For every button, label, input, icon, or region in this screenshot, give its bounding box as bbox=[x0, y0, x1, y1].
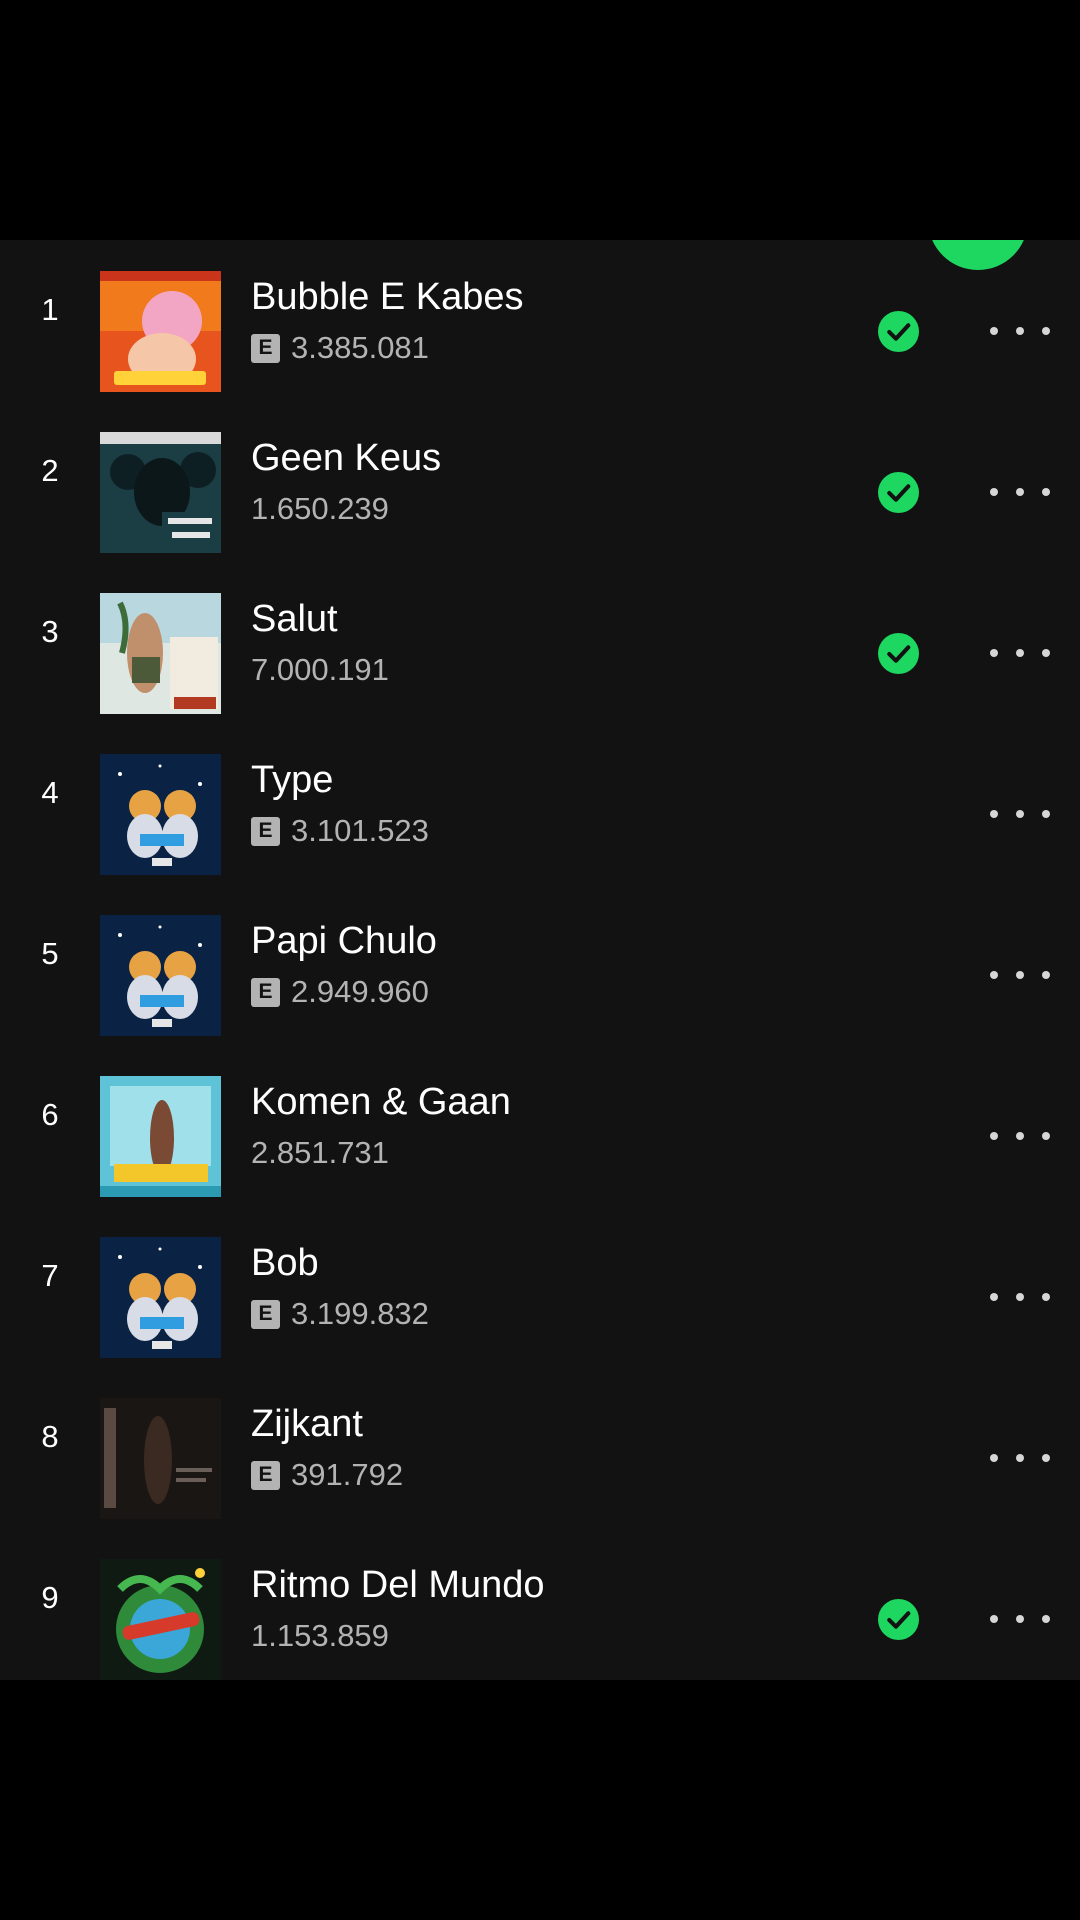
more-options-icon[interactable] bbox=[990, 477, 1050, 507]
track-rank: 5 bbox=[41, 936, 59, 971]
track-rank: 6 bbox=[41, 1097, 59, 1132]
play-count: 3.101.523 bbox=[291, 813, 429, 848]
more-options-icon[interactable] bbox=[990, 1282, 1050, 1312]
play-count: 1.650.239 bbox=[251, 491, 389, 526]
play-count: 2.949.960 bbox=[291, 974, 429, 1009]
track-title: Bob bbox=[251, 1242, 319, 1284]
bottom-letterbox bbox=[0, 1680, 1080, 1920]
track-title: Salut bbox=[251, 598, 338, 640]
more-options-icon[interactable] bbox=[990, 638, 1050, 668]
track-title: Papi Chulo bbox=[251, 920, 437, 962]
album-cover bbox=[100, 915, 221, 1036]
play-count: 3.385.081 bbox=[291, 330, 429, 365]
track-meta: 1.650.239 bbox=[251, 491, 389, 527]
track-row[interactable]: 7 Bob E 3.199.832 bbox=[0, 1206, 1080, 1366]
track-rank: 2 bbox=[41, 453, 59, 488]
track-meta: E 3.101.523 bbox=[251, 813, 429, 849]
track-rank: 8 bbox=[41, 1419, 59, 1454]
explicit-badge-icon: E bbox=[251, 816, 280, 846]
track-row[interactable]: 8 Zijkant E 391.792 bbox=[0, 1367, 1080, 1527]
album-cover bbox=[100, 271, 221, 392]
track-row[interactable]: 9 Ritmo Del Mundo 1.153.859 bbox=[0, 1528, 1080, 1680]
play-count: 2.851.731 bbox=[251, 1135, 389, 1170]
track-meta: 1.153.859 bbox=[251, 1618, 389, 1654]
track-row[interactable]: 4 Type E 3.101.523 bbox=[0, 723, 1080, 883]
track-title: Bubble E Kabes bbox=[251, 276, 524, 318]
track-title: Geen Keus bbox=[251, 437, 442, 479]
track-title: Type bbox=[251, 759, 334, 801]
track-rank: 9 bbox=[41, 1580, 59, 1615]
track-meta: E 3.385.081 bbox=[251, 330, 429, 366]
explicit-badge-icon: E bbox=[251, 1299, 280, 1329]
check-circle-icon[interactable] bbox=[878, 472, 919, 513]
track-meta: 2.851.731 bbox=[251, 1135, 389, 1171]
check-circle-icon[interactable] bbox=[878, 1599, 919, 1640]
album-cover bbox=[100, 432, 221, 553]
explicit-badge-icon: E bbox=[251, 977, 280, 1007]
track-row[interactable]: 2 Geen Keus 1.650.239 bbox=[0, 401, 1080, 561]
top-letterbox bbox=[0, 0, 1080, 240]
album-cover bbox=[100, 1076, 221, 1197]
track-meta: 7.000.191 bbox=[251, 652, 389, 688]
track-rank: 4 bbox=[41, 775, 59, 810]
album-cover bbox=[100, 1398, 221, 1519]
popular-tracks-list: 1 Bubble E Kabes E 3.385.081 2 Geen Keus… bbox=[0, 240, 1080, 1680]
more-options-icon[interactable] bbox=[990, 799, 1050, 829]
more-options-icon[interactable] bbox=[990, 1443, 1050, 1473]
track-rank: 3 bbox=[41, 614, 59, 649]
play-count: 7.000.191 bbox=[251, 652, 389, 687]
play-count: 3.199.832 bbox=[291, 1296, 429, 1331]
album-cover bbox=[100, 1559, 221, 1680]
more-options-icon[interactable] bbox=[990, 1604, 1050, 1634]
explicit-badge-icon: E bbox=[251, 1460, 280, 1490]
track-row[interactable]: 6 Komen & Gaan 2.851.731 bbox=[0, 1045, 1080, 1205]
track-meta: E 3.199.832 bbox=[251, 1296, 429, 1332]
check-circle-icon[interactable] bbox=[878, 633, 919, 674]
more-options-icon[interactable] bbox=[990, 960, 1050, 990]
play-count: 1.153.859 bbox=[251, 1618, 389, 1653]
track-row[interactable]: 3 Salut 7.000.191 bbox=[0, 562, 1080, 722]
track-meta: E 391.792 bbox=[251, 1457, 403, 1493]
album-cover bbox=[100, 1237, 221, 1358]
play-count: 391.792 bbox=[291, 1457, 404, 1492]
more-options-icon[interactable] bbox=[990, 316, 1050, 346]
more-options-icon[interactable] bbox=[990, 1121, 1050, 1151]
track-title: Ritmo Del Mundo bbox=[251, 1564, 545, 1606]
track-rank: 7 bbox=[41, 1258, 59, 1293]
explicit-badge-icon: E bbox=[251, 333, 280, 363]
track-title: Komen & Gaan bbox=[251, 1081, 511, 1123]
track-title: Zijkant bbox=[251, 1403, 363, 1445]
check-circle-icon[interactable] bbox=[878, 311, 919, 352]
album-cover bbox=[100, 754, 221, 875]
track-row[interactable]: 5 Papi Chulo E 2.949.960 bbox=[0, 884, 1080, 1044]
track-meta: E 2.949.960 bbox=[251, 974, 429, 1010]
track-row[interactable]: 1 Bubble E Kabes E 3.385.081 bbox=[0, 240, 1080, 400]
track-rank: 1 bbox=[41, 292, 59, 327]
album-cover bbox=[100, 593, 221, 714]
